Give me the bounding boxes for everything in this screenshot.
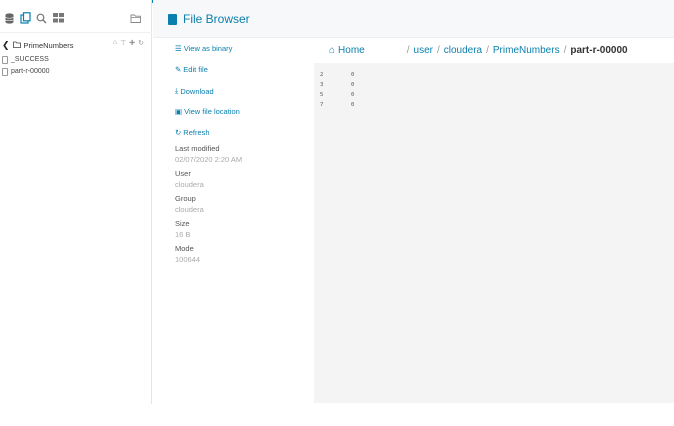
- breadcrumb: ⌂ Home / user / cloudera / PrimeNumbers …: [329, 43, 628, 57]
- file-content-line: 3 0: [320, 82, 354, 88]
- download-label: Download: [180, 86, 214, 96]
- line-value: 0: [351, 102, 355, 108]
- list-icon: ☰: [175, 44, 182, 53]
- file-content-line: 7 0: [320, 102, 354, 108]
- file-document-icon: [168, 13, 177, 25]
- breadcrumb-separator: /: [486, 44, 489, 56]
- group-value: cloudera: [175, 205, 204, 214]
- refresh-label: Refresh: [183, 128, 210, 137]
- file-content-line: 5 0: [320, 92, 354, 98]
- breadcrumb-home-label: Home: [338, 44, 365, 56]
- toolbar-divider: [0, 32, 152, 33]
- view-as-binary-link[interactable]: ☰ View as binary: [175, 44, 232, 53]
- file-icon: [2, 67, 8, 76]
- file-name: part-r-00000: [11, 68, 50, 75]
- pencil-icon: ✎: [175, 65, 182, 74]
- page-title-text: File Browser: [183, 12, 250, 26]
- download-link[interactable]: ⤓ Download: [175, 86, 214, 96]
- page-title: File Browser: [168, 12, 250, 26]
- assist-path-label[interactable]: PrimeNumbers: [24, 41, 74, 50]
- user-label: User: [175, 169, 191, 178]
- main-header: File Browser: [153, 0, 674, 38]
- refresh-icon: ↻: [175, 128, 182, 137]
- grid-icon[interactable]: [52, 12, 64, 24]
- view-as-binary-label: View as binary: [183, 44, 233, 53]
- assist-path-row: ❮ PrimeNumbers ⌂ ⊤ ✚ ↻: [2, 39, 150, 51]
- line-key: 7: [320, 102, 324, 108]
- file-list-item[interactable]: part-r-00000: [2, 66, 150, 77]
- view-file-location-link[interactable]: ▣ View file location: [175, 107, 240, 116]
- line-value: 0: [351, 82, 355, 88]
- mode-label: Mode: [175, 244, 194, 253]
- breadcrumb-separator: /: [406, 44, 410, 56]
- breadcrumb-item-user[interactable]: user: [414, 45, 433, 56]
- line-value: 0: [351, 92, 355, 98]
- home-icon: ⌂: [329, 44, 336, 56]
- home-icon[interactable]: ⌂: [113, 39, 117, 47]
- files-icon[interactable]: [19, 12, 31, 24]
- last-modified-label: Last modified: [175, 144, 220, 153]
- path-actions: ⌂ ⊤ ✚ ↻: [113, 39, 144, 47]
- line-key: 5: [320, 92, 324, 98]
- chevron-left-icon[interactable]: ❮: [2, 40, 10, 51]
- line-value: 0: [351, 72, 355, 78]
- size-label: Size: [175, 219, 190, 228]
- download-icon: ⤓: [175, 86, 179, 95]
- file-list-item[interactable]: _SUCCESS: [2, 54, 150, 65]
- refresh-link[interactable]: ↻ Refresh: [175, 128, 210, 137]
- breadcrumb-separator: /: [436, 44, 440, 56]
- search-icon[interactable]: [35, 12, 47, 24]
- file-content-viewer[interactable]: 2 0 3 0 5 0 7 0: [314, 63, 674, 403]
- database-icon[interactable]: [3, 12, 15, 24]
- breadcrumb-separator: /: [563, 44, 567, 56]
- folder-icon: [12, 41, 21, 50]
- breadcrumb-current: part-r-00000: [570, 44, 628, 56]
- group-label: Group: [175, 194, 196, 203]
- file-content-line: 2 0: [320, 72, 354, 78]
- refresh-icon[interactable]: ↻: [138, 39, 144, 47]
- file-location-icon: ▣: [175, 107, 183, 116]
- breadcrumb-item-cloudera[interactable]: cloudera: [444, 45, 482, 56]
- edit-file-label: Edit file: [183, 65, 208, 74]
- plus-icon[interactable]: ✚: [129, 39, 135, 47]
- size-value: 16 B: [175, 230, 191, 239]
- edit-file-link[interactable]: ✎ Edit file: [175, 65, 208, 74]
- mode-value: 100644: [175, 255, 201, 264]
- filter-icon[interactable]: ⊤: [120, 39, 126, 47]
- view-file-location-label: View file location: [184, 107, 240, 116]
- assist-toolbar: [0, 8, 152, 30]
- user-value: cloudera: [175, 180, 204, 189]
- breadcrumb-item-primenumbers[interactable]: PrimeNumbers: [493, 45, 560, 56]
- file-name: _SUCCESS: [11, 56, 49, 63]
- last-modified-value: 02/07/2020 2:20 AM: [175, 155, 243, 164]
- breadcrumb-home[interactable]: ⌂ Home: [329, 45, 365, 56]
- line-key: 3: [320, 82, 324, 88]
- line-key: 2: [320, 72, 324, 78]
- file-icon: [2, 55, 8, 64]
- left-assist-panel: ❮ PrimeNumbers ⌂ ⊤ ✚ ↻ _SUCCESS part-r-0…: [0, 0, 152, 404]
- folder-open-icon[interactable]: [130, 12, 142, 24]
